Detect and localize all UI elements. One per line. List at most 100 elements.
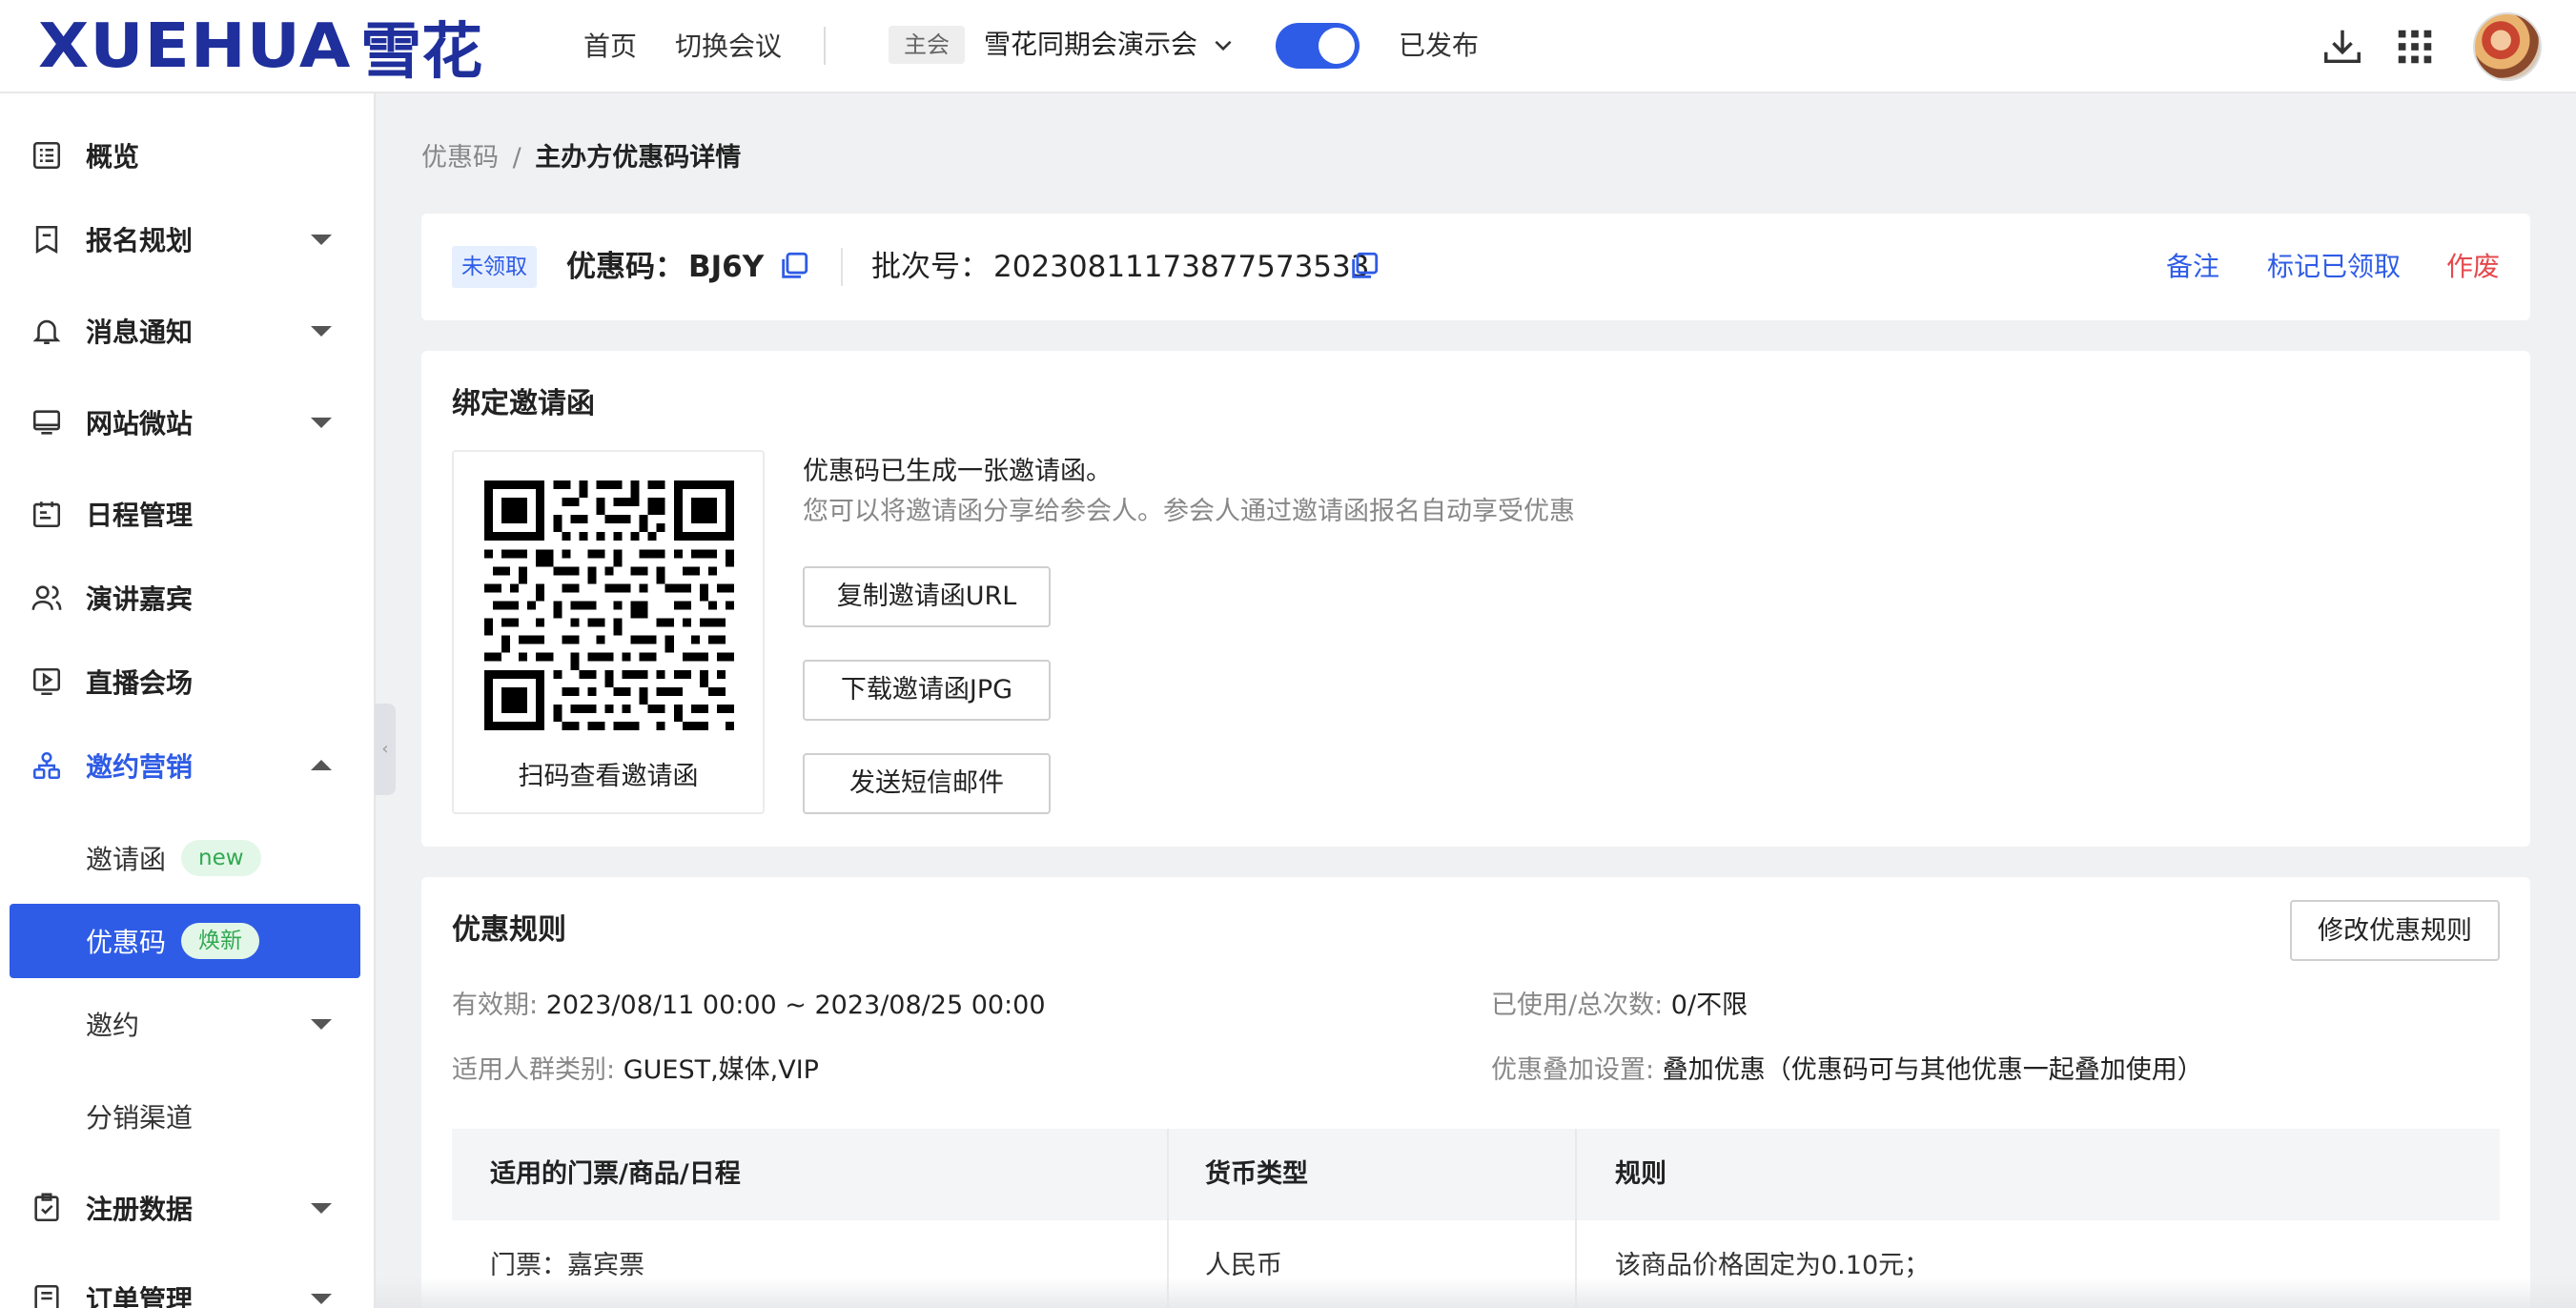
- new-badge: new: [181, 840, 261, 876]
- sidebar-sub-invite[interactable]: 邀约: [10, 987, 360, 1061]
- invitation-generated-text: 优惠码已生成一张邀请函。: [803, 457, 1112, 486]
- copy-invitation-url-button[interactable]: 复制邀请函URL: [803, 566, 1051, 627]
- caret-up-icon: [311, 760, 332, 770]
- coupon-code-value: BJ6Y: [688, 250, 765, 284]
- meeting-name: 雪花同期会演示会: [984, 29, 1198, 60]
- nav-home[interactable]: 首页: [583, 29, 637, 65]
- validity-label: 有效期:: [452, 991, 539, 1020]
- rules-title: 优惠规则: [452, 913, 566, 947]
- sidebar-item-website[interactable]: 网站微站: [0, 384, 376, 460]
- sidebar-item-label: 日程管理: [86, 500, 194, 531]
- sidebar-sub-channels[interactable]: 分销渠道: [10, 1079, 360, 1154]
- logo[interactable]: XUEHUA 雪花: [38, 11, 482, 88]
- sidebar-item-reg-data[interactable]: 注册数据: [0, 1170, 376, 1246]
- batch-label: 批次号：: [871, 250, 990, 284]
- sidebar-item-label: 报名规划: [86, 225, 194, 256]
- table-header-cell: 规则: [1615, 1159, 1666, 1189]
- calendar-icon: [32, 501, 61, 528]
- batch-value: 20230811173877573533: [993, 250, 1370, 284]
- void-link[interactable]: 作废: [2446, 246, 2500, 288]
- bell-icon: [32, 319, 61, 345]
- sidebar-item-orders[interactable]: 订单管理: [0, 1260, 376, 1308]
- sidebar-item-label: 概览: [86, 141, 140, 173]
- sidebar-item-label: 订单管理: [86, 1284, 194, 1308]
- stacking-value: 叠加优惠（优惠码可与其他优惠一起叠加使用）: [1662, 1055, 2203, 1085]
- breadcrumb: 优惠码 / 主办方优惠码详情: [421, 141, 741, 175]
- invitation-card: 绑定邀请函 扫码查看邀请函 优惠码已生成一张邀请函。 您可以将邀请函分享给参会人…: [421, 351, 2530, 847]
- sidebar-sub-label: 邀请函: [86, 844, 167, 875]
- sidebar-item-live[interactable]: 直播会场: [0, 644, 376, 720]
- download-icon[interactable]: [2320, 25, 2364, 69]
- sidebar-item-label: 直播会场: [86, 667, 194, 699]
- caret-down-icon: [311, 418, 332, 428]
- org-chart-icon: [32, 751, 61, 780]
- sidebar-sub-invitation[interactable]: 邀请函 new: [10, 821, 360, 895]
- overview-icon: [32, 141, 61, 170]
- breadcrumb-current: 主办方优惠码详情: [535, 143, 742, 173]
- sidebar: 概览 报名规划 消息通知 网站微站 日程管理 演讲嘉宾 直播会场 邀约营销 邀请…: [0, 93, 376, 1308]
- scroll-fade: [376, 1277, 2576, 1308]
- sidebar-item-label: 演讲嘉宾: [86, 583, 194, 615]
- copy-icon[interactable]: [1348, 250, 1380, 282]
- breadcrumb-sep: /: [512, 143, 521, 173]
- copy-icon[interactable]: [778, 250, 810, 282]
- breadcrumb-parent[interactable]: 优惠码: [421, 143, 499, 173]
- apps-grid-icon[interactable]: [2393, 25, 2437, 69]
- sidebar-item-invite-marketing[interactable]: 邀约营销: [0, 727, 376, 804]
- meeting-select[interactable]: 雪花同期会演示会: [984, 27, 1236, 63]
- caret-down-icon: [311, 1294, 332, 1304]
- caret-down-icon: [311, 326, 332, 337]
- bookmark-form-icon: [35, 225, 58, 254]
- caret-down-icon: [311, 235, 332, 245]
- remark-link[interactable]: 备注: [2166, 246, 2219, 288]
- table-header-cell: 货币类型: [1205, 1159, 1308, 1189]
- sidebar-sub-coupon[interactable]: 优惠码 焕新: [10, 904, 360, 978]
- sidebar-item-speakers[interactable]: 演讲嘉宾: [0, 560, 376, 636]
- sidebar-item-label: 网站微站: [86, 408, 194, 439]
- send-sms-email-button[interactable]: 发送短信邮件: [803, 753, 1051, 814]
- divider: [841, 248, 843, 286]
- chevron-down-icon: [1215, 40, 1232, 51]
- caret-down-icon: [311, 1019, 332, 1030]
- caret-down-icon: [311, 1203, 332, 1214]
- sidebar-item-notifications[interactable]: 消息通知: [0, 293, 376, 369]
- invitation-share-hint: 您可以将邀请函分享给参会人。参会人通过邀请函报名自动享受优惠: [803, 497, 1575, 526]
- usage-value: 0/不限: [1670, 991, 1748, 1020]
- nav-divider: [824, 27, 826, 65]
- qr-code-box: 扫码查看邀请函: [452, 450, 765, 814]
- coupon-code-card: 未领取 优惠码： BJ6Y 批次号： 20230811173877573533 …: [421, 214, 2530, 320]
- publish-toggle[interactable]: [1276, 23, 1360, 69]
- clipboard-check-icon: [34, 1193, 59, 1222]
- table-header: 适用的门票/商品/日程 货币类型 规则: [452, 1129, 2500, 1220]
- audience-value: GUEST,媒体,VIP: [623, 1055, 819, 1085]
- fresh-badge: 焕新: [181, 923, 259, 959]
- sidebar-item-label: 邀约营销: [86, 751, 194, 783]
- sidebar-item-overview[interactable]: 概览: [0, 117, 376, 194]
- qr-code-icon: [484, 480, 734, 730]
- nav-switch-meeting[interactable]: 切换会议: [675, 29, 782, 65]
- table-header-cell: 适用的门票/商品/日程: [490, 1159, 741, 1189]
- logo-text-cn: 雪花: [360, 17, 483, 88]
- edit-rules-button[interactable]: 修改优惠规则: [2290, 900, 2500, 961]
- usage-label: 已使用/总次数:: [1491, 991, 1664, 1020]
- mark-claimed-link[interactable]: 标记已领取: [2267, 246, 2401, 288]
- audience-row: 适用人群类别: GUEST,媒体,VIP: [452, 1053, 819, 1089]
- sidebar-item-label: 消息通知: [86, 317, 194, 348]
- sidebar-sub-label: 邀约: [86, 1010, 140, 1041]
- download-invitation-jpg-button[interactable]: 下载邀请函JPG: [803, 660, 1051, 721]
- top-bar: XUEHUA 雪花 首页 切换会议 主会 雪花同期会演示会 已发布: [0, 0, 2576, 93]
- avatar[interactable]: [2473, 12, 2542, 81]
- sidebar-collapse-handle[interactable]: ‹: [375, 704, 396, 795]
- sidebar-sub-label: 分销渠道: [86, 1102, 194, 1134]
- coupon-code-label: 优惠码：: [566, 250, 685, 284]
- discount-rules-card: 优惠规则 修改优惠规则 有效期: 2023/08/11 00:00 ~ 2023…: [421, 877, 2530, 1308]
- stacking-row: 优惠叠加设置: 叠加优惠（优惠码可与其他优惠一起叠加使用）: [1491, 1053, 2203, 1089]
- audience-label: 适用人群类别:: [452, 1055, 616, 1085]
- toggle-knob: [1319, 28, 1355, 64]
- logo-text-en: XUEHUA: [38, 11, 352, 82]
- monitor-icon: [32, 410, 61, 435]
- sidebar-item-registration[interactable]: 报名规划: [0, 201, 376, 277]
- stacking-label: 优惠叠加设置:: [1491, 1055, 1655, 1085]
- sidebar-item-schedule[interactable]: 日程管理: [0, 476, 376, 552]
- validity-value: 2023/08/11 00:00 ~ 2023/08/25 00:00: [545, 991, 1046, 1020]
